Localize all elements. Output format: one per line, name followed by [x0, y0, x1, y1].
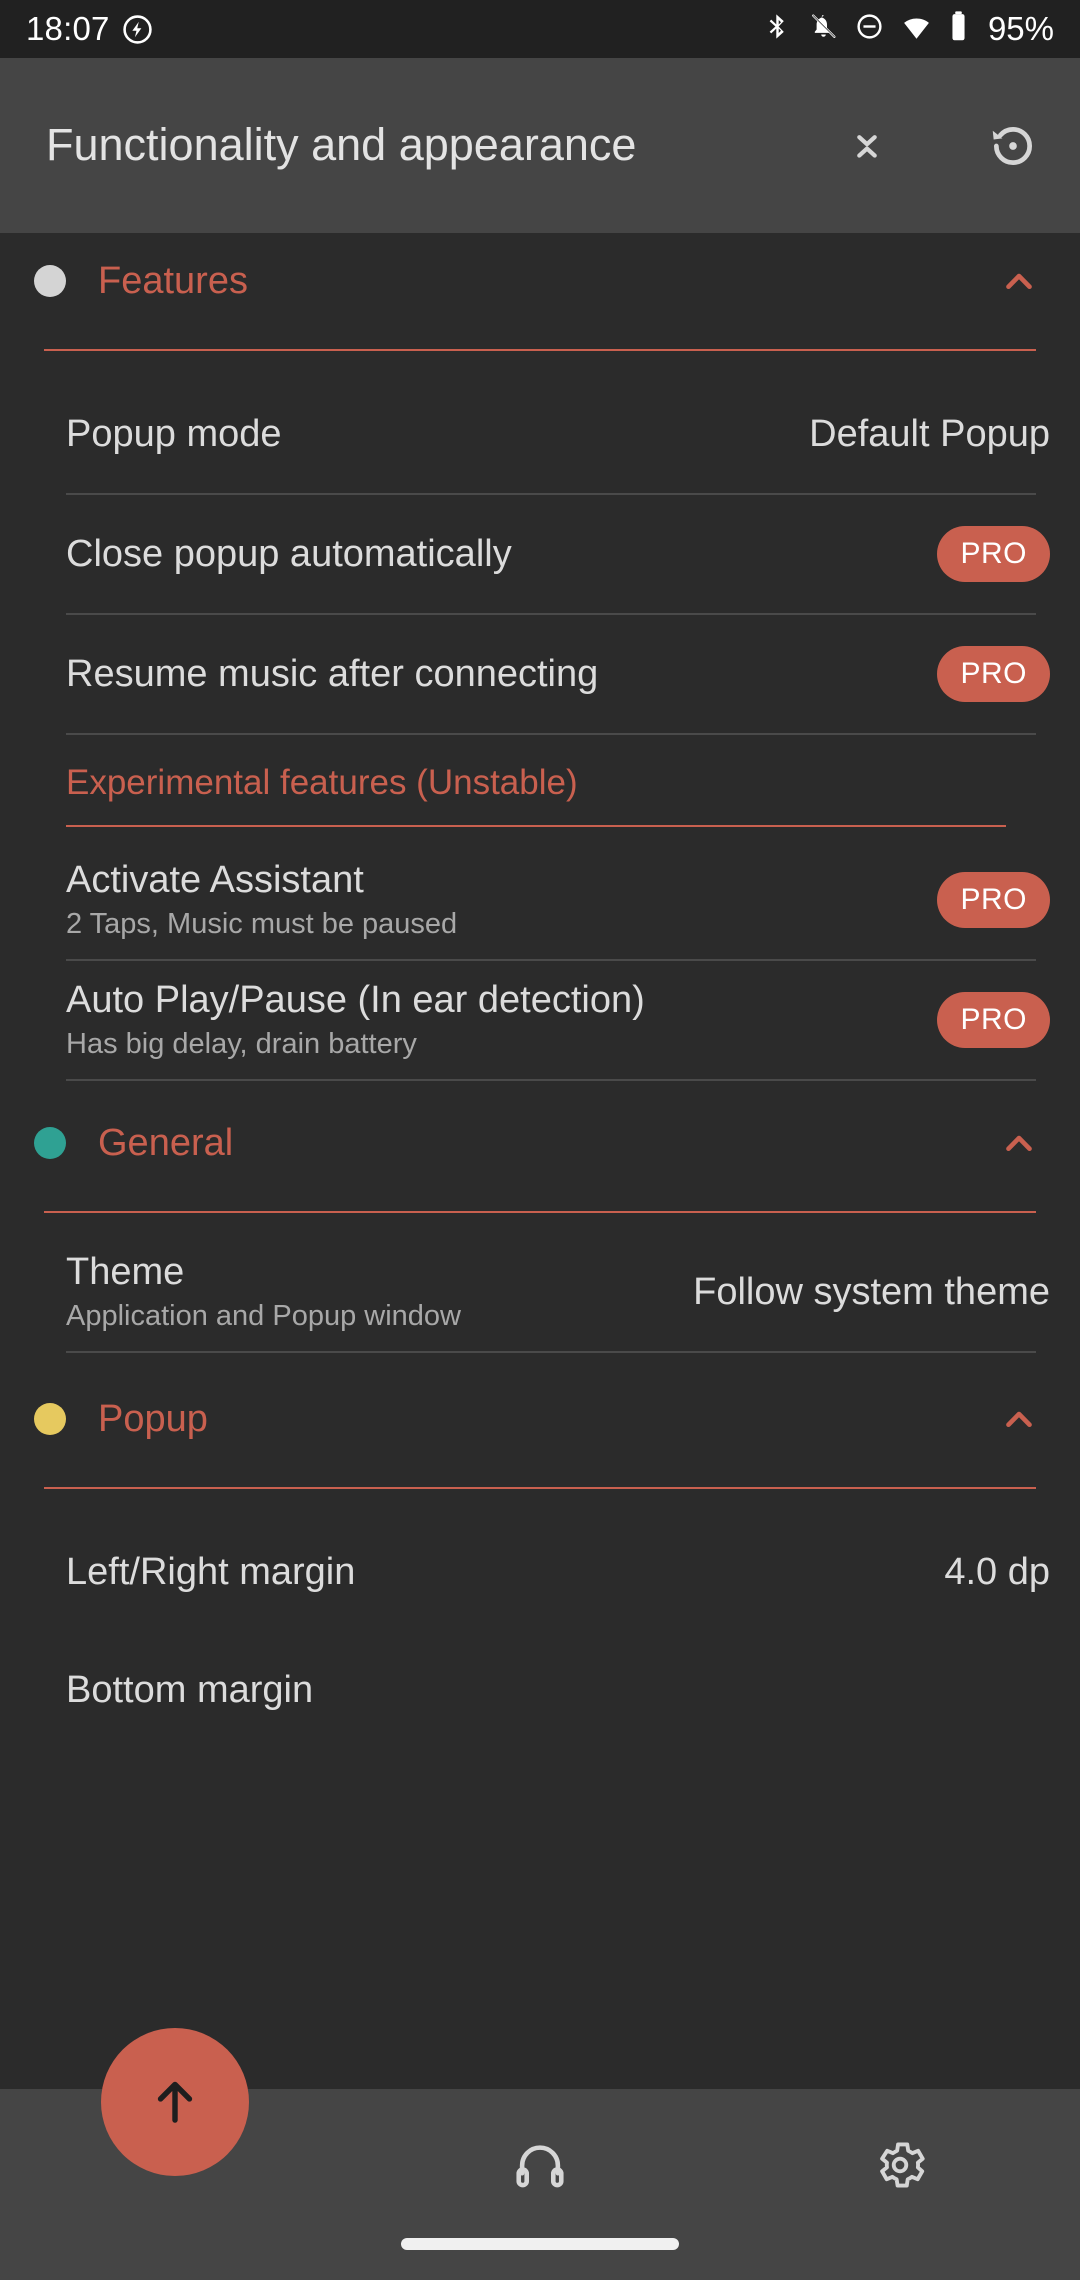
gear-icon	[880, 2142, 925, 2188]
bottom-nav-headphones[interactable]	[360, 2090, 720, 2240]
row-title: Resume music after connecting	[66, 652, 599, 695]
row-subtitle: 2 Taps, Music must be paused	[66, 908, 458, 941]
row-text: Popup mode	[66, 413, 809, 456]
row-text: Activate Assistant 2 Taps, Music must be…	[66, 859, 937, 942]
headphones-icon	[516, 2145, 564, 2188]
row-title: Auto Play/Pause (In ear detection)	[66, 978, 645, 1021]
system-gesture-bar	[401, 2238, 679, 2250]
notifications-off-icon	[809, 11, 838, 47]
row-text: Close popup automatically	[66, 533, 937, 576]
app-screen: 18:07 95% Functionality and appearance F…	[0, 0, 1080, 2280]
row-text: Bottom margin	[66, 1669, 1050, 1712]
row-text: Theme Application and Popup window	[66, 1251, 693, 1334]
row-divider	[66, 1351, 1036, 1353]
row-subtitle: Has big delay, drain battery	[66, 1028, 417, 1061]
experimental-features-title: Experimental features (Unstable)	[66, 763, 578, 802]
row-divider	[66, 1079, 1036, 1081]
setting-row-popup-mode[interactable]: Popup mode Default Popup	[0, 375, 1080, 493]
restore-defaults-icon[interactable]	[980, 113, 1046, 179]
pro-badge[interactable]: PRO	[937, 646, 1050, 702]
settings-scroll-area[interactable]: Features Popup mode Default Popup Close …	[0, 233, 1080, 2280]
row-title: Theme	[66, 1250, 185, 1293]
setting-row-bottom-margin[interactable]: Bottom margin	[0, 1631, 1080, 1749]
toolbar-actions	[834, 113, 1046, 179]
section-title-general: General	[98, 1121, 234, 1164]
setting-row-activate-assistant[interactable]: Activate Assistant 2 Taps, Music must be…	[0, 841, 1080, 959]
section-header-general[interactable]: General	[0, 1095, 1080, 1191]
section-rule-general	[44, 1211, 1036, 1213]
section-title-features: Features	[98, 259, 248, 302]
collapse-all-icon[interactable]	[834, 113, 900, 179]
experimental-features-rule	[66, 825, 1006, 827]
row-title: Activate Assistant	[66, 858, 364, 901]
row-value: 4.0 dp	[944, 1550, 1050, 1593]
bottom-app-bar	[0, 2028, 1080, 2280]
battery-icon	[949, 10, 968, 48]
section-header-popup[interactable]: Popup	[0, 1371, 1080, 1467]
pro-badge[interactable]: PRO	[937, 872, 1050, 928]
section-dot-popup	[34, 1403, 66, 1435]
row-title: Close popup automatically	[66, 532, 512, 575]
scroll-to-top-fab[interactable]	[101, 2028, 249, 2176]
wifi-icon	[901, 11, 932, 47]
setting-row-close-popup-automatically[interactable]: Close popup automatically PRO	[0, 495, 1080, 613]
row-value: Follow system theme	[693, 1270, 1050, 1313]
row-title: Bottom margin	[66, 1668, 314, 1711]
section-dot-features	[34, 265, 66, 297]
bottom-nav-settings[interactable]	[720, 2090, 1080, 2240]
chevron-up-icon[interactable]	[992, 254, 1046, 308]
row-title: Popup mode	[66, 412, 282, 455]
section-rule-features	[44, 349, 1036, 351]
page-title: Functionality and appearance	[46, 119, 637, 171]
section-dot-general	[34, 1127, 66, 1159]
setting-row-left-right-margin[interactable]: Left/Right margin 4.0 dp	[0, 1513, 1080, 1631]
row-text: Resume music after connecting	[66, 653, 937, 696]
status-bar-clock: 18:07	[26, 10, 110, 47]
status-bar: 18:07 95%	[0, 0, 1080, 58]
setting-row-theme[interactable]: Theme Application and Popup window Follo…	[0, 1233, 1080, 1351]
battery-percentage: 95%	[987, 10, 1054, 47]
app-toolbar: Functionality and appearance	[0, 58, 1080, 233]
row-value: Default Popup	[809, 412, 1050, 455]
section-title-popup: Popup	[98, 1397, 208, 1440]
chevron-up-icon[interactable]	[992, 1392, 1046, 1446]
chevron-up-icon[interactable]	[992, 1116, 1046, 1170]
status-bar-icons: 95%	[763, 10, 1054, 48]
section-header-features[interactable]: Features	[0, 233, 1080, 329]
row-text: Left/Right margin	[66, 1551, 944, 1594]
row-title: Left/Right margin	[66, 1550, 356, 1593]
row-text: Auto Play/Pause (In ear detection) Has b…	[66, 979, 937, 1062]
do-not-disturb-icon	[855, 11, 884, 47]
pro-badge[interactable]: PRO	[937, 526, 1050, 582]
experimental-features-group-header: Experimental features (Unstable)	[0, 735, 1080, 827]
arrow-up-icon	[157, 2081, 193, 2123]
charging-bolt-icon	[122, 14, 153, 45]
bluetooth-icon	[763, 11, 792, 47]
section-rule-popup	[44, 1487, 1036, 1489]
setting-row-auto-play-pause[interactable]: Auto Play/Pause (In ear detection) Has b…	[0, 961, 1080, 1079]
setting-row-resume-music-after-connecting[interactable]: Resume music after connecting PRO	[0, 615, 1080, 733]
row-subtitle: Application and Popup window	[66, 1300, 461, 1333]
pro-badge[interactable]: PRO	[937, 992, 1050, 1048]
